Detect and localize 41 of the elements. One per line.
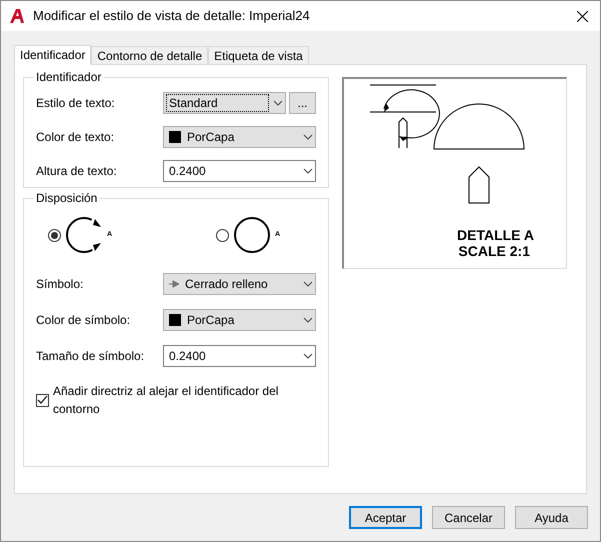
- field-label: Color de símbolo:: [36, 312, 132, 329]
- browse-button[interactable]: ...: [289, 92, 316, 114]
- dropdown[interactable]: PorCapa: [163, 309, 316, 331]
- circle-icon: [232, 216, 271, 254]
- dialog-button[interactable]: Cancelar: [432, 506, 505, 529]
- dropdown[interactable]: Standard: [163, 92, 286, 114]
- app-logo-icon: [9, 8, 25, 24]
- field-label: Color de texto:: [36, 129, 116, 146]
- color-swatch-icon: [169, 314, 181, 326]
- chevron-down-icon: [303, 317, 313, 323]
- preview-label: DETALLE A: [457, 227, 534, 243]
- input-field[interactable]: 0.2400: [163, 160, 316, 182]
- chevron-down-icon: [303, 281, 313, 287]
- radio-button[interactable]: [48, 228, 61, 242]
- window-title: Modificar el estilo de vista de detalle: Imperial24: [33, 7, 311, 26]
- chevron-down-icon: [303, 353, 313, 359]
- checkbox-label: Añadir directriz al alejar el identificador del contorno: [53, 383, 280, 418]
- tab[interactable]: Contorno de detalle: [91, 46, 208, 64]
- tab[interactable]: Etiqueta de vista: [208, 46, 309, 64]
- field-label: Estilo de texto:: [36, 95, 116, 112]
- input-field[interactable]: 0.2400: [163, 345, 316, 367]
- checkbox[interactable]: [36, 394, 49, 406]
- dropdown[interactable]: PorCapa: [163, 126, 316, 148]
- dialog-button[interactable]: Aceptar: [349, 506, 422, 529]
- close-icon[interactable]: [577, 10, 588, 22]
- color-swatch-icon: [169, 131, 181, 143]
- dialog-button[interactable]: Ayuda: [515, 506, 588, 529]
- radio-button[interactable]: [216, 228, 229, 242]
- preview-label: SCALE 2:1: [458, 243, 531, 259]
- field-label: Símbolo:: [36, 276, 84, 293]
- tab[interactable]: Identificador: [14, 45, 92, 65]
- circle-arrows-icon: [65, 216, 103, 254]
- chevron-down-icon: [303, 168, 313, 174]
- arrowhead-icon: [169, 280, 179, 288]
- chevron-down-icon: [303, 134, 313, 140]
- group-title: Disposición: [34, 191, 100, 205]
- field-label: Altura de texto:: [36, 163, 118, 180]
- chevron-down-icon: [273, 100, 283, 106]
- dropdown[interactable]: Cerrado relleno: [163, 273, 316, 295]
- field-label: Tamaño de símbolo:: [36, 348, 146, 365]
- group-title: Identificador: [34, 70, 104, 84]
